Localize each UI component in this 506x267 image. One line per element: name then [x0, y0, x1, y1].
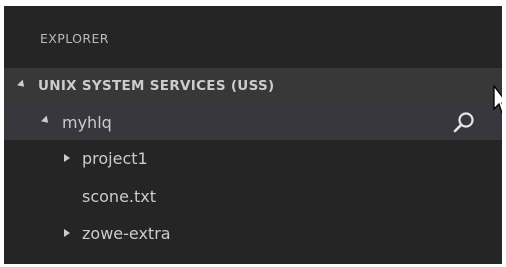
- chevron-right-icon[interactable]: [64, 154, 70, 162]
- explorer-panel: EXPLORER UNIX SYSTEM SERVICES (USS) myhl…: [4, 6, 502, 264]
- chevron-down-icon[interactable]: [41, 115, 51, 126]
- tree-item-project1[interactable]: project1: [4, 140, 502, 176]
- tree-item-scone-txt[interactable]: scone.txt: [4, 178, 502, 214]
- tree-item-zowe-extra[interactable]: zowe-extra: [4, 215, 502, 251]
- uss-section-header[interactable]: UNIX SYSTEM SERVICES (USS): [4, 68, 502, 104]
- tree-item-myhlq[interactable]: myhlq: [4, 104, 502, 140]
- mouse-cursor-icon: [493, 85, 502, 114]
- chevron-down-icon[interactable]: [17, 79, 27, 90]
- explorer-title: EXPLORER: [40, 31, 109, 46]
- search-icon[interactable]: [452, 111, 476, 135]
- tree-item-label: scone.txt: [82, 186, 157, 206]
- uss-section-label: UNIX SYSTEM SERVICES (USS): [38, 78, 275, 94]
- tree-item-label: zowe-extra: [82, 223, 171, 243]
- chevron-right-icon[interactable]: [64, 229, 70, 237]
- tree-item-label: myhlq: [62, 112, 112, 132]
- tree-item-label: project1: [82, 148, 148, 168]
